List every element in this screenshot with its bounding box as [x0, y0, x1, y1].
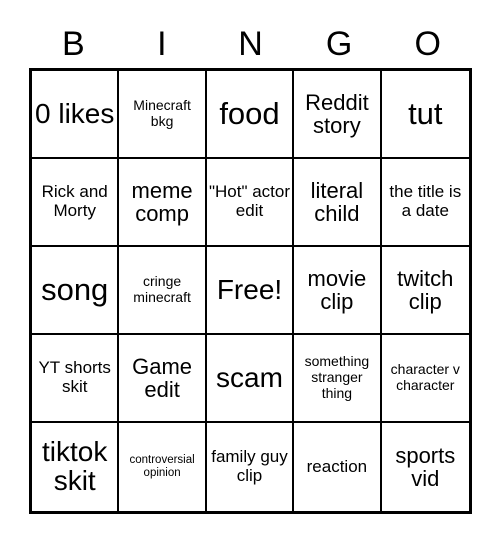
- bingo-header-letter-b: B: [61, 25, 85, 63]
- bingo-cell-label: character v character: [390, 361, 460, 393]
- bingo-cell-label: food: [219, 96, 280, 132]
- bingo-cell-label: Reddit story: [305, 89, 369, 138]
- bingo-cell-label: meme comp: [131, 177, 193, 226]
- bingo-cell-label: the title is a date: [389, 182, 462, 220]
- bingo-cell-label: something stranger thing: [304, 353, 370, 401]
- bingo-cell[interactable]: YT shorts skit: [32, 335, 120, 423]
- bingo-cell-label: "Hot" actor edit: [208, 182, 291, 220]
- bingo-free-cell-label: Free!: [216, 273, 283, 305]
- bingo-cell[interactable]: Game edit: [119, 335, 207, 423]
- bingo-cell-label: Rick and Morty: [41, 182, 108, 220]
- bingo-cell-label: reaction: [306, 456, 368, 476]
- bingo-cell[interactable]: song: [32, 247, 120, 335]
- bingo-cell[interactable]: Rick and Morty: [32, 159, 120, 247]
- bingo-cell-label: literal child: [310, 177, 364, 226]
- bingo-cell[interactable]: movie clip: [294, 247, 382, 335]
- bingo-cell-label: song: [41, 272, 109, 308]
- bingo-cell[interactable]: "Hot" actor edit: [206, 159, 295, 247]
- bingo-cell-label: twitch clip: [397, 265, 454, 314]
- bingo-cell[interactable]: literal child: [294, 159, 382, 247]
- bingo-cell[interactable]: tiktok skit: [32, 423, 120, 511]
- bingo-cell[interactable]: Reddit story: [294, 71, 382, 159]
- bingo-cell-label: scam: [216, 361, 283, 393]
- bingo-cell[interactable]: Minecraft bkg: [119, 71, 207, 159]
- bingo-cell-label: sports vid: [395, 442, 456, 491]
- bingo-cell[interactable]: twitch clip: [381, 247, 469, 335]
- bingo-cell-label: tut: [408, 96, 443, 132]
- bingo-cell[interactable]: the title is a date: [381, 159, 469, 247]
- bingo-cell-label: Minecraft bkg: [133, 97, 191, 129]
- bingo-cell[interactable]: something stranger thing: [294, 335, 382, 423]
- bingo-cell-label: cringe minecraft: [133, 273, 191, 305]
- bingo-cell-label: tiktok skit: [42, 436, 108, 496]
- bingo-cell-label: family guy clip: [211, 447, 288, 485]
- bingo-cell[interactable]: 0 likes: [32, 71, 120, 159]
- bingo-cell-label: movie clip: [307, 265, 367, 314]
- bingo-cell[interactable]: meme comp: [119, 159, 207, 247]
- bingo-cell[interactable]: food: [206, 71, 295, 159]
- bingo-cell[interactable]: cringe minecraft: [119, 247, 207, 335]
- bingo-cell[interactable]: tut: [381, 71, 469, 159]
- bingo-grid: 0 likes Minecraft bkg food Reddit story …: [29, 68, 472, 514]
- bingo-header-letter-i: I: [157, 25, 167, 63]
- bingo-cell[interactable]: sports vid: [382, 423, 469, 511]
- bingo-cell[interactable]: character v character: [381, 335, 469, 423]
- bingo-cell-label: YT shorts skit: [38, 358, 111, 396]
- bingo-header-letter-n: N: [238, 25, 263, 63]
- bingo-cell[interactable]: reaction: [294, 423, 382, 511]
- bingo-header-letter-g: G: [325, 25, 353, 63]
- bingo-cell[interactable]: family guy clip: [207, 423, 295, 511]
- bingo-free-cell[interactable]: Free!: [206, 247, 295, 335]
- bingo-header-letter-o: O: [414, 25, 441, 63]
- bingo-cell[interactable]: controversial opinion: [119, 423, 207, 511]
- bingo-header-row: B I N G O: [29, 22, 472, 66]
- bingo-cell-label: 0 likes: [35, 97, 115, 129]
- bingo-cell-label: Game edit: [132, 353, 193, 402]
- bingo-cell[interactable]: scam: [206, 335, 295, 423]
- bingo-cell-label: controversial opinion: [129, 453, 195, 479]
- bingo-card: B I N G O 0 likes Minecraft bkg food Red…: [0, 0, 501, 544]
